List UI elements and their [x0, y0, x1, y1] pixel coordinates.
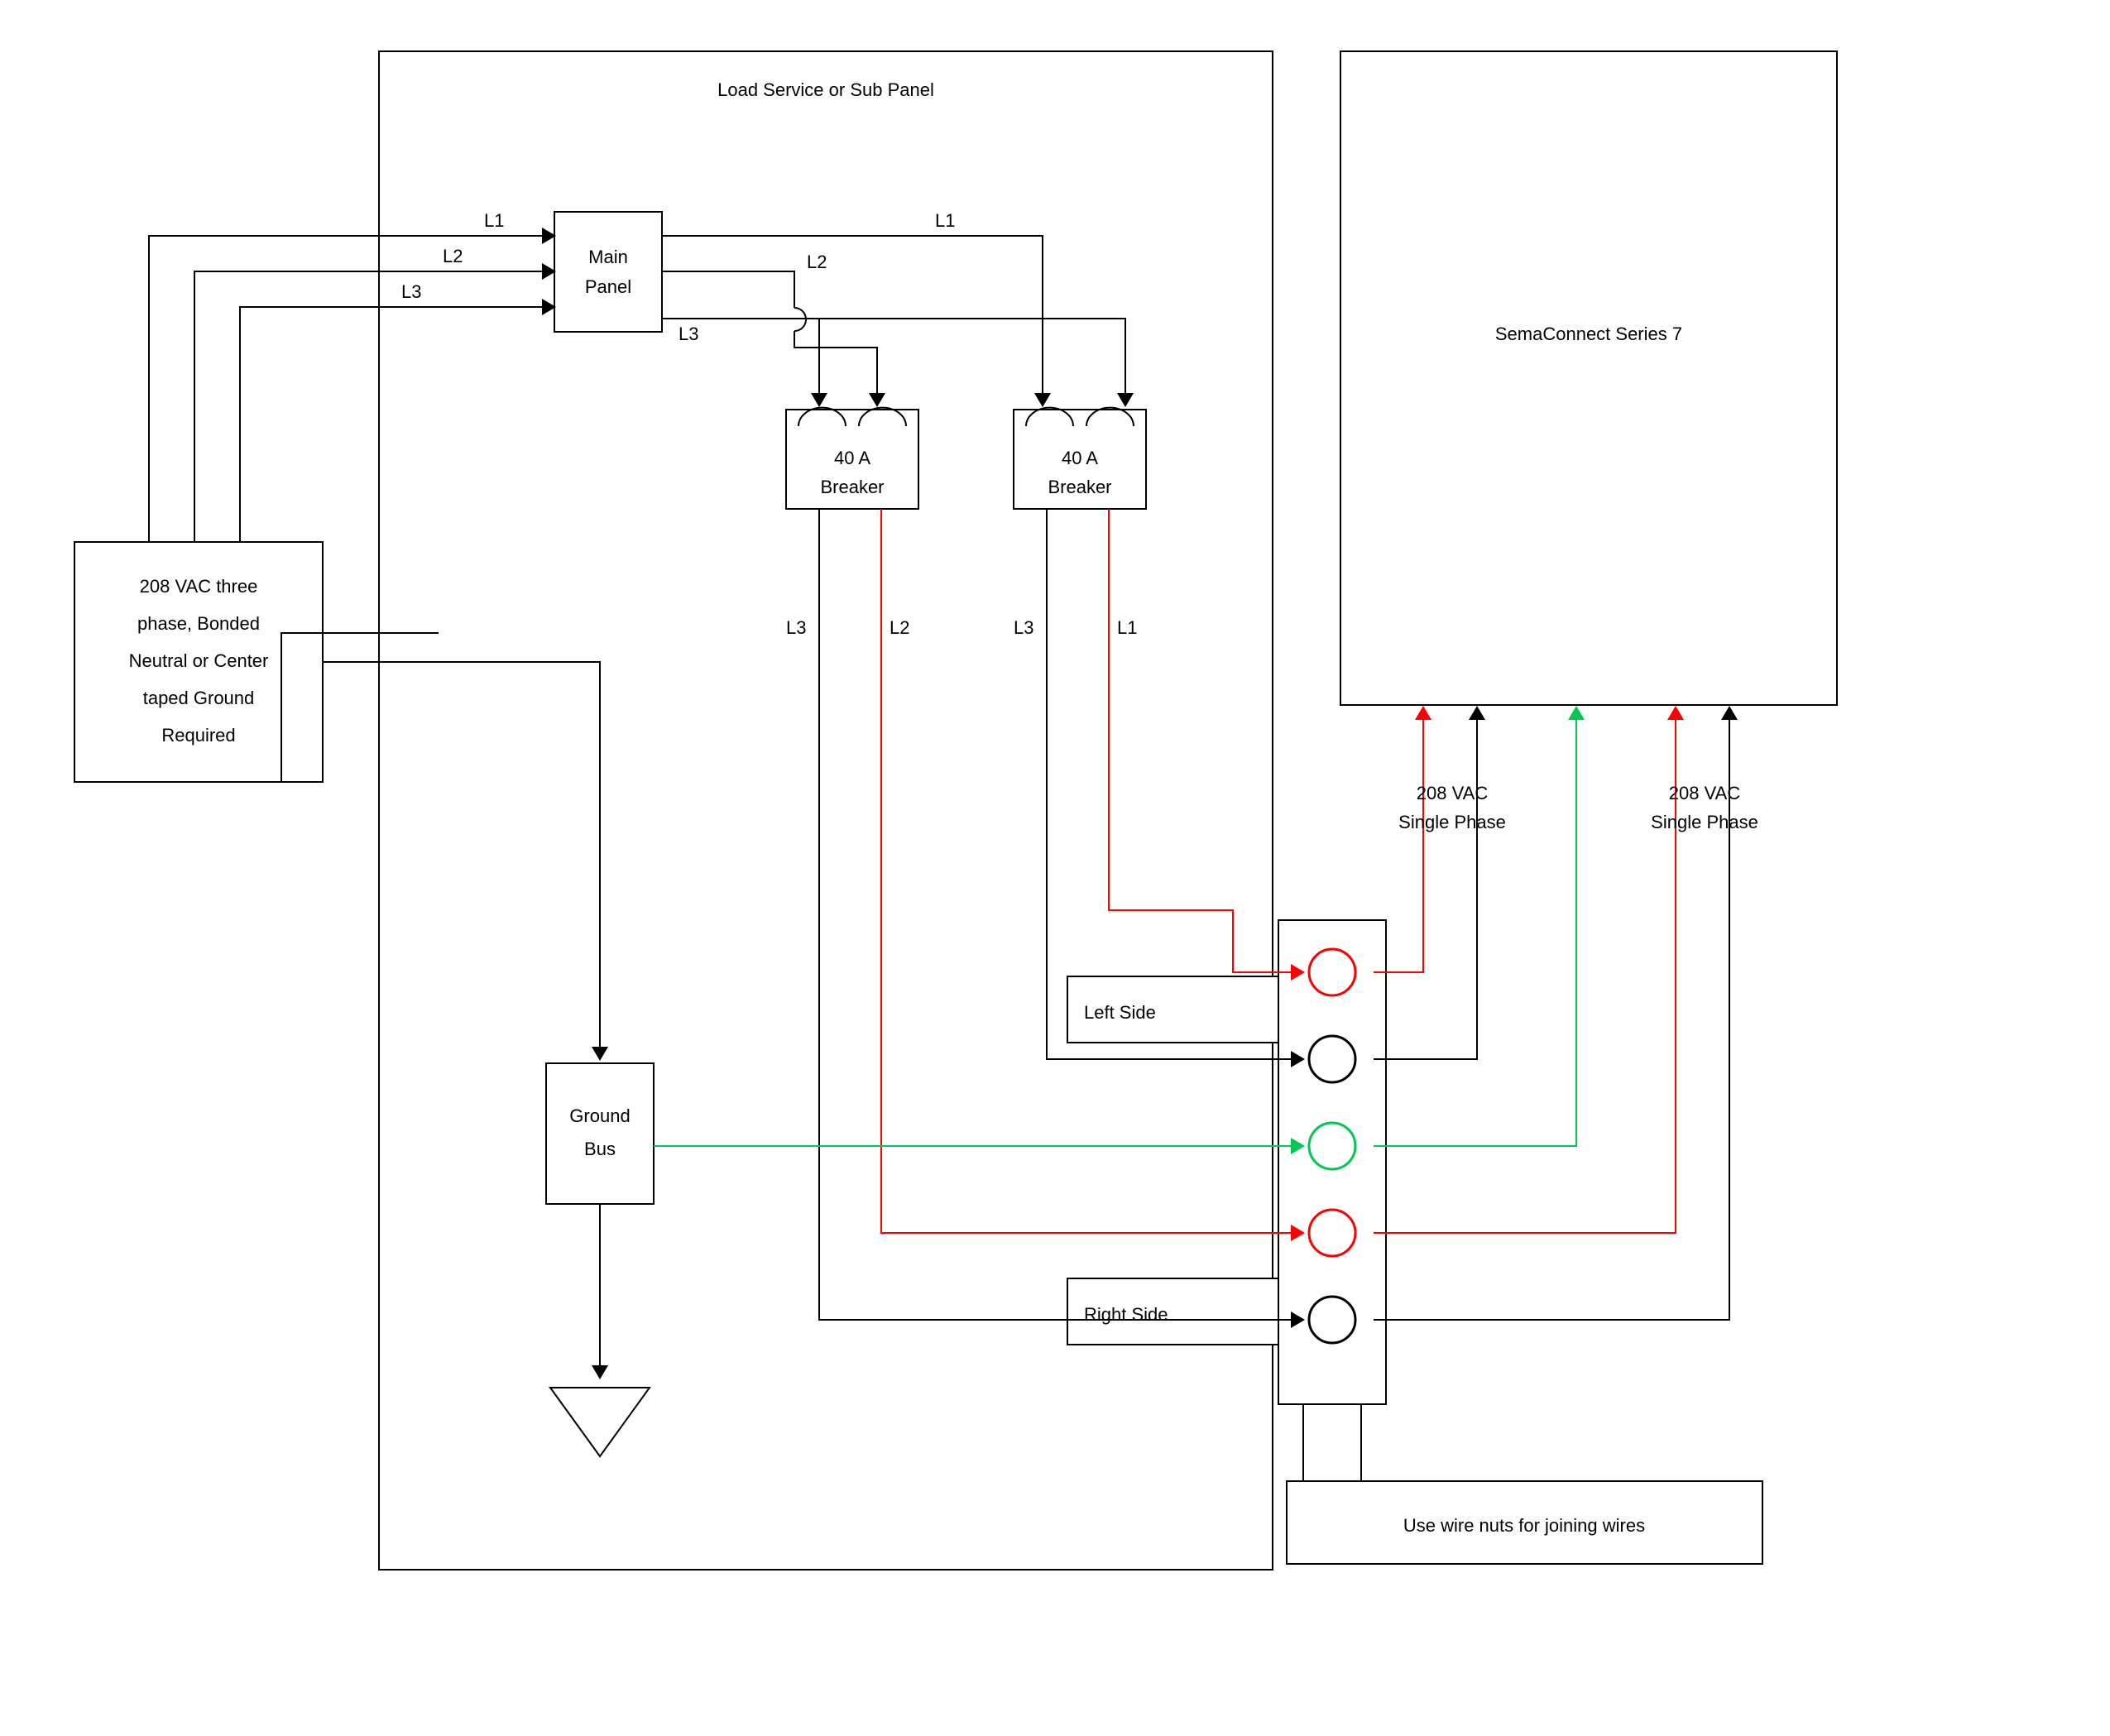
wiring-diagram: Load Service or Sub Panel 208 VAC three … — [0, 0, 2110, 1736]
main-panel-l1: Main — [588, 247, 628, 267]
label-L2a: L2 — [443, 246, 463, 266]
label-L3a: L3 — [401, 281, 421, 302]
terminal-4-red — [1309, 1210, 1355, 1256]
source-line3: Neutral or Center — [129, 650, 269, 671]
terminal-2-black — [1309, 1036, 1355, 1082]
source-line4: taped Ground — [143, 688, 255, 708]
breaker-b-l1: 40 A — [1062, 448, 1098, 468]
ground-bus-l2: Bus — [584, 1139, 616, 1159]
right-side-label: Right Side — [1084, 1304, 1168, 1325]
wire-term2-dev — [1374, 720, 1477, 1059]
breaker-b-l2: Breaker — [1048, 477, 1111, 497]
ground-bus-box — [546, 1063, 654, 1204]
label-brkB-L1: L1 — [1117, 617, 1137, 638]
main-panel-box — [554, 212, 662, 332]
terminal-1-red — [1309, 949, 1355, 995]
ground-bus-l1: Ground — [569, 1105, 630, 1126]
terminal-3-green — [1309, 1123, 1355, 1169]
label-brkA-L2: L2 — [890, 617, 909, 638]
label-brkA-L3: L3 — [786, 617, 806, 638]
label-L3b: L3 — [679, 324, 698, 344]
vac-right-l2: Single Phase — [1651, 812, 1758, 832]
vac-left-l1: 208 VAC — [1417, 783, 1489, 803]
left-side-label: Left Side — [1084, 1002, 1156, 1023]
label-L2b: L2 — [807, 252, 827, 272]
source-line2: phase, Bonded — [137, 613, 260, 634]
wire-note-text: Use wire nuts for joining wires — [1403, 1515, 1645, 1536]
main-panel-l2: Panel — [585, 276, 631, 297]
label-L1a: L1 — [484, 210, 504, 231]
vac-right-l1: 208 VAC — [1669, 783, 1741, 803]
panel-title: Load Service or Sub Panel — [717, 79, 934, 100]
source-line1: 208 VAC three — [140, 576, 258, 597]
breaker-a-l1: 40 A — [834, 448, 870, 468]
breaker-a-l2: Breaker — [820, 477, 884, 497]
vac-left-l2: Single Phase — [1398, 812, 1506, 832]
device-box — [1340, 51, 1837, 705]
label-L1b: L1 — [935, 210, 955, 231]
device-label: SemaConnect Series 7 — [1495, 324, 1682, 344]
label-brkB-L3: L3 — [1014, 617, 1033, 638]
terminal-5-black — [1309, 1297, 1355, 1343]
source-line5: Required — [161, 725, 235, 746]
